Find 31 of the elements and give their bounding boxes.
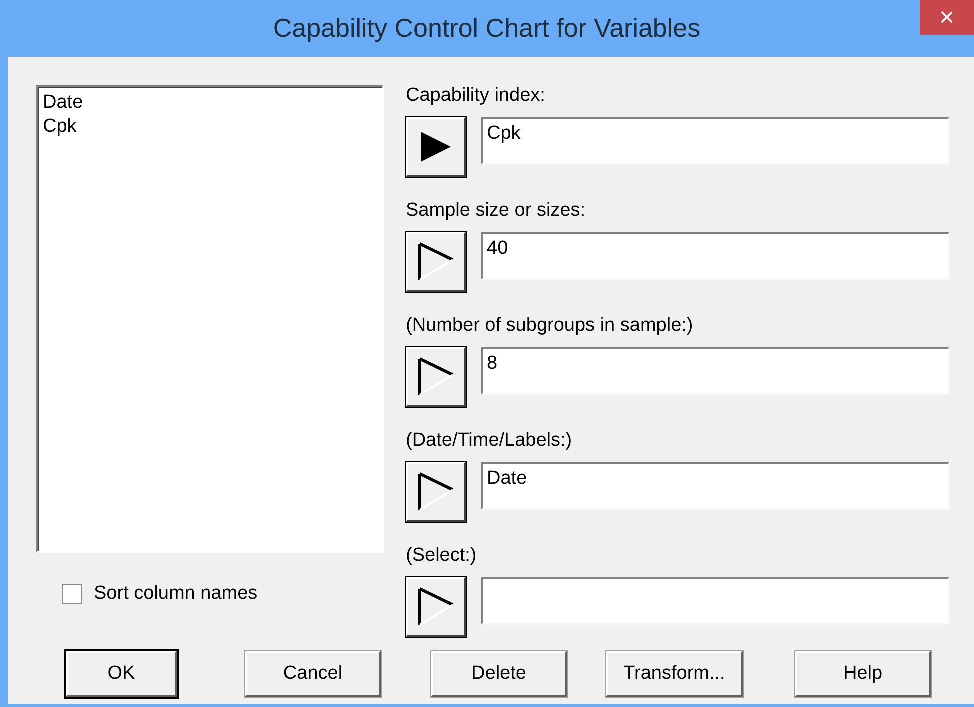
input-field[interactable]: Date — [481, 462, 950, 510]
input-field[interactable]: 40 — [481, 232, 950, 280]
field-label: (Date/Time/Labels:) — [406, 430, 572, 453]
field-label: Sample size or sizes: — [406, 200, 586, 223]
checkbox-label: Sort column names — [94, 583, 258, 605]
input-field[interactable]: 8 — [481, 347, 950, 395]
arrow-button[interactable] — [406, 462, 466, 522]
arrow-button[interactable] — [406, 232, 466, 292]
list-item[interactable]: Date — [43, 91, 84, 115]
dialog-button[interactable]: Transform... — [606, 650, 743, 696]
arrow-button[interactable] — [406, 347, 466, 407]
field-label: Capability index: — [406, 85, 546, 108]
triangle-icon — [417, 242, 455, 282]
dialog-button[interactable]: Help — [795, 650, 931, 696]
field-label: (Select:) — [406, 545, 477, 568]
triangle-icon — [417, 472, 455, 512]
input-field[interactable] — [481, 577, 950, 625]
triangle-icon — [417, 587, 455, 627]
field-label: (Number of subgroups in sample:) — [406, 315, 694, 338]
input-field[interactable]: Cpk — [481, 117, 950, 165]
window-title: Capability Control Chart for Variables — [273, 13, 701, 44]
dialog-button[interactable]: Delete — [431, 650, 567, 696]
checkbox[interactable] — [62, 584, 82, 604]
arrow-button[interactable] — [406, 117, 466, 177]
arrow-button[interactable] — [406, 577, 466, 637]
dialog-button[interactable]: OK — [66, 650, 177, 696]
triangle-icon — [417, 357, 455, 397]
dialog-button[interactable]: Cancel — [245, 650, 381, 696]
close-button[interactable]: × — [920, 0, 974, 35]
play-icon — [419, 130, 453, 164]
list-item[interactable]: Cpk — [43, 115, 77, 139]
